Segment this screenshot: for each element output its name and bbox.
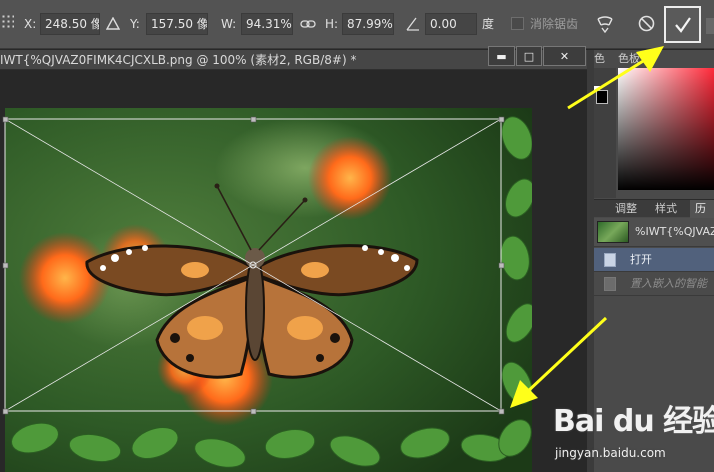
document-title: IWT{%QJVAZ0FIMK4CJCXLB.png @ 100% (素材2, … [0, 53, 357, 67]
y-position-input[interactable]: 157.50 像素 [146, 13, 208, 35]
document-icon [604, 253, 616, 267]
x-label: X: [24, 17, 37, 31]
antialias-label: 消除锯齿 [530, 17, 579, 31]
angle-icon [406, 17, 419, 31]
width-label: W: [221, 17, 237, 31]
link-icon[interactable] [300, 19, 316, 29]
document-icon [604, 277, 616, 291]
snapshot-thumbnail [597, 221, 629, 243]
height-label: H: [325, 17, 339, 31]
foreground-color-swatch[interactable] [596, 90, 608, 104]
tab-styles[interactable]: 样式 [650, 200, 682, 218]
canvas-image[interactable] [5, 108, 532, 472]
tab-adjustments[interactable]: 调整 [610, 200, 642, 218]
tab-history[interactable]: 历史 [690, 200, 714, 233]
history-item[interactable]: 打开 [594, 248, 714, 272]
butterfly-photo [5, 108, 532, 472]
options-bar: X: 248.50 像素 Y: 157.50 像素 W: 94.31% H: 8… [0, 0, 714, 49]
triangle-icon[interactable] [106, 17, 120, 30]
reference-point-icon[interactable] [1, 14, 14, 30]
history-item-label: 打开 [630, 253, 652, 266]
antialias-checkbox[interactable] [511, 17, 524, 30]
restore-button[interactable]: □ [516, 46, 542, 66]
close-button[interactable]: ✕ [543, 46, 586, 66]
minimize-button[interactable]: ▬ [488, 46, 515, 66]
rotation-input[interactable]: 0.00 [425, 13, 477, 35]
baidu-jingyan-watermark: Bai du 经验 jingyan.baidu.com [553, 396, 714, 472]
watermark-url: jingyan.baidu.com [555, 446, 666, 460]
warp-icon[interactable] [596, 15, 614, 33]
panel-tabs: 调整 样式 历史 [594, 199, 714, 233]
history-snapshot[interactable]: %IWT{%QJVAZ [594, 218, 714, 247]
degree-unit: 度 [482, 17, 495, 31]
workspace-switcher[interactable] [706, 18, 714, 34]
history-item-label: 置入嵌入的智能 [630, 277, 707, 290]
tab-color[interactable]: 色 [588, 50, 605, 68]
width-input[interactable]: 94.31% [241, 13, 293, 35]
snapshot-name: %IWT{%QJVAZ [635, 225, 714, 238]
x-position-input[interactable]: 248.50 像素 [40, 13, 100, 35]
cancel-icon[interactable] [638, 15, 655, 32]
watermark-logo: Bai du 经验 [553, 404, 714, 439]
checkmark-icon [674, 16, 691, 33]
history-item[interactable]: 置入嵌入的智能 [594, 272, 714, 296]
height-input[interactable]: 87.99% [342, 13, 394, 35]
minimize-icon: ▬ [496, 49, 507, 63]
commit-transform-button[interactable] [664, 6, 701, 43]
restore-icon: □ [523, 49, 535, 63]
tab-swatches[interactable]: 色板 [612, 50, 640, 68]
color-picker-field[interactable] [618, 68, 714, 190]
y-label: Y: [130, 17, 140, 31]
close-icon: ✕ [559, 49, 570, 63]
